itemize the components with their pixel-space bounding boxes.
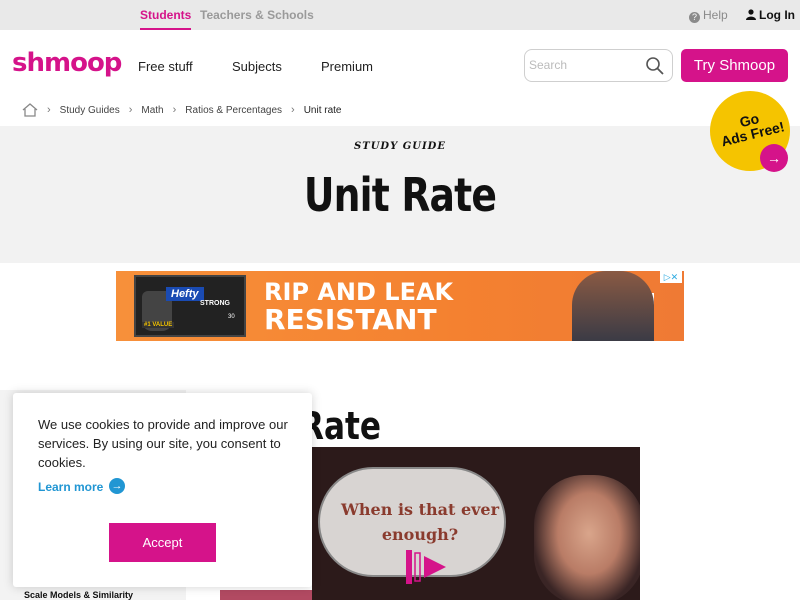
search-icon[interactable] — [645, 56, 665, 76]
section-heading: Rate — [300, 404, 382, 448]
breadcrumb-ratios[interactable]: Ratios & Percentages — [185, 105, 282, 116]
chevron-right-icon: › — [291, 104, 295, 116]
ad-product-box: Hefty STRONG 30 #1 VALUE — [134, 275, 246, 337]
nav-subjects[interactable]: Subjects — [232, 59, 282, 74]
ad-value-label: #1 VALUE — [142, 322, 175, 328]
ad-brand: Hefty — [166, 287, 204, 301]
ad-headline-line1: RIP AND LEAK — [264, 278, 454, 306]
help-link[interactable]: ? Help — [689, 8, 728, 23]
shmoop-logo[interactable]: shmoop — [12, 48, 122, 78]
video-player[interactable]: When is that ever enough? — [312, 447, 640, 600]
site-header: shmoop Free stuff Subjects Premium Try S… — [0, 30, 800, 98]
breadcrumb: › Study Guides › Math › Ratios & Percent… — [22, 101, 341, 119]
arrow-right-icon[interactable]: → — [109, 478, 125, 494]
sidebar-item-scale-models[interactable]: Scale Models & Similarity — [24, 590, 133, 600]
ad-person-image — [572, 271, 654, 341]
cookie-consent-dialog: We use cookies to provide and improve ou… — [13, 393, 312, 587]
ad-strong-label: STRONG — [200, 300, 230, 307]
play-icon[interactable] — [404, 542, 454, 592]
ads-free-text: Go Ads Free! — [719, 110, 786, 150]
breadcrumb-study-guides[interactable]: Study Guides — [60, 105, 120, 116]
nav-free-stuff[interactable]: Free stuff — [138, 59, 193, 74]
video-edge — [220, 590, 312, 600]
login-link[interactable]: Log In — [746, 8, 795, 22]
video-question-text: When is that ever enough? — [340, 500, 500, 544]
breadcrumb-math[interactable]: Math — [141, 105, 163, 116]
login-label: Log In — [759, 8, 795, 22]
go-ads-free-badge[interactable]: Go Ads Free! → — [710, 91, 790, 172]
search-input[interactable] — [529, 58, 639, 72]
study-guide-kicker: STUDY GUIDE — [354, 141, 446, 152]
user-icon — [746, 9, 756, 20]
ad-headline-line2: RESISTANT — [264, 303, 437, 336]
chevron-right-icon: › — [172, 104, 177, 116]
search-box — [524, 49, 673, 82]
ad-choices-icon[interactable]: ▷✕ — [660, 271, 682, 283]
ad-count: 30 — [228, 314, 235, 320]
cookie-message: We use cookies to provide and improve ou… — [38, 417, 288, 470]
page-title: Unit Rate — [303, 168, 497, 222]
accept-button[interactable]: Accept — [109, 523, 216, 562]
breadcrumb-current: Unit rate — [303, 104, 342, 116]
try-shmoop-button[interactable]: Try Shmoop — [681, 49, 788, 82]
home-icon[interactable] — [22, 103, 38, 117]
ad-headline: RIP AND LEAK RESISTANT — [264, 278, 454, 336]
chevron-right-icon: › — [128, 104, 133, 116]
arrow-right-icon[interactable]: → — [760, 144, 788, 172]
page-hero: STUDY GUIDE Unit Rate — [0, 126, 800, 263]
help-label: Help — [703, 8, 728, 22]
banner-ad[interactable]: Hefty STRONG 30 #1 VALUE RIP AND LEAK RE… — [116, 271, 684, 341]
students-tab[interactable]: Students — [140, 8, 192, 30]
nav-premium[interactable]: Premium — [321, 59, 373, 74]
help-icon: ? — [689, 12, 700, 23]
video-person — [534, 475, 640, 600]
learn-more-link[interactable]: Learn more — [38, 480, 103, 494]
audience-bar: Students Teachers & Schools ? Help Log In — [0, 0, 800, 30]
chevron-right-icon: › — [47, 104, 51, 116]
teachers-schools-tab[interactable]: Teachers & Schools — [200, 8, 314, 22]
